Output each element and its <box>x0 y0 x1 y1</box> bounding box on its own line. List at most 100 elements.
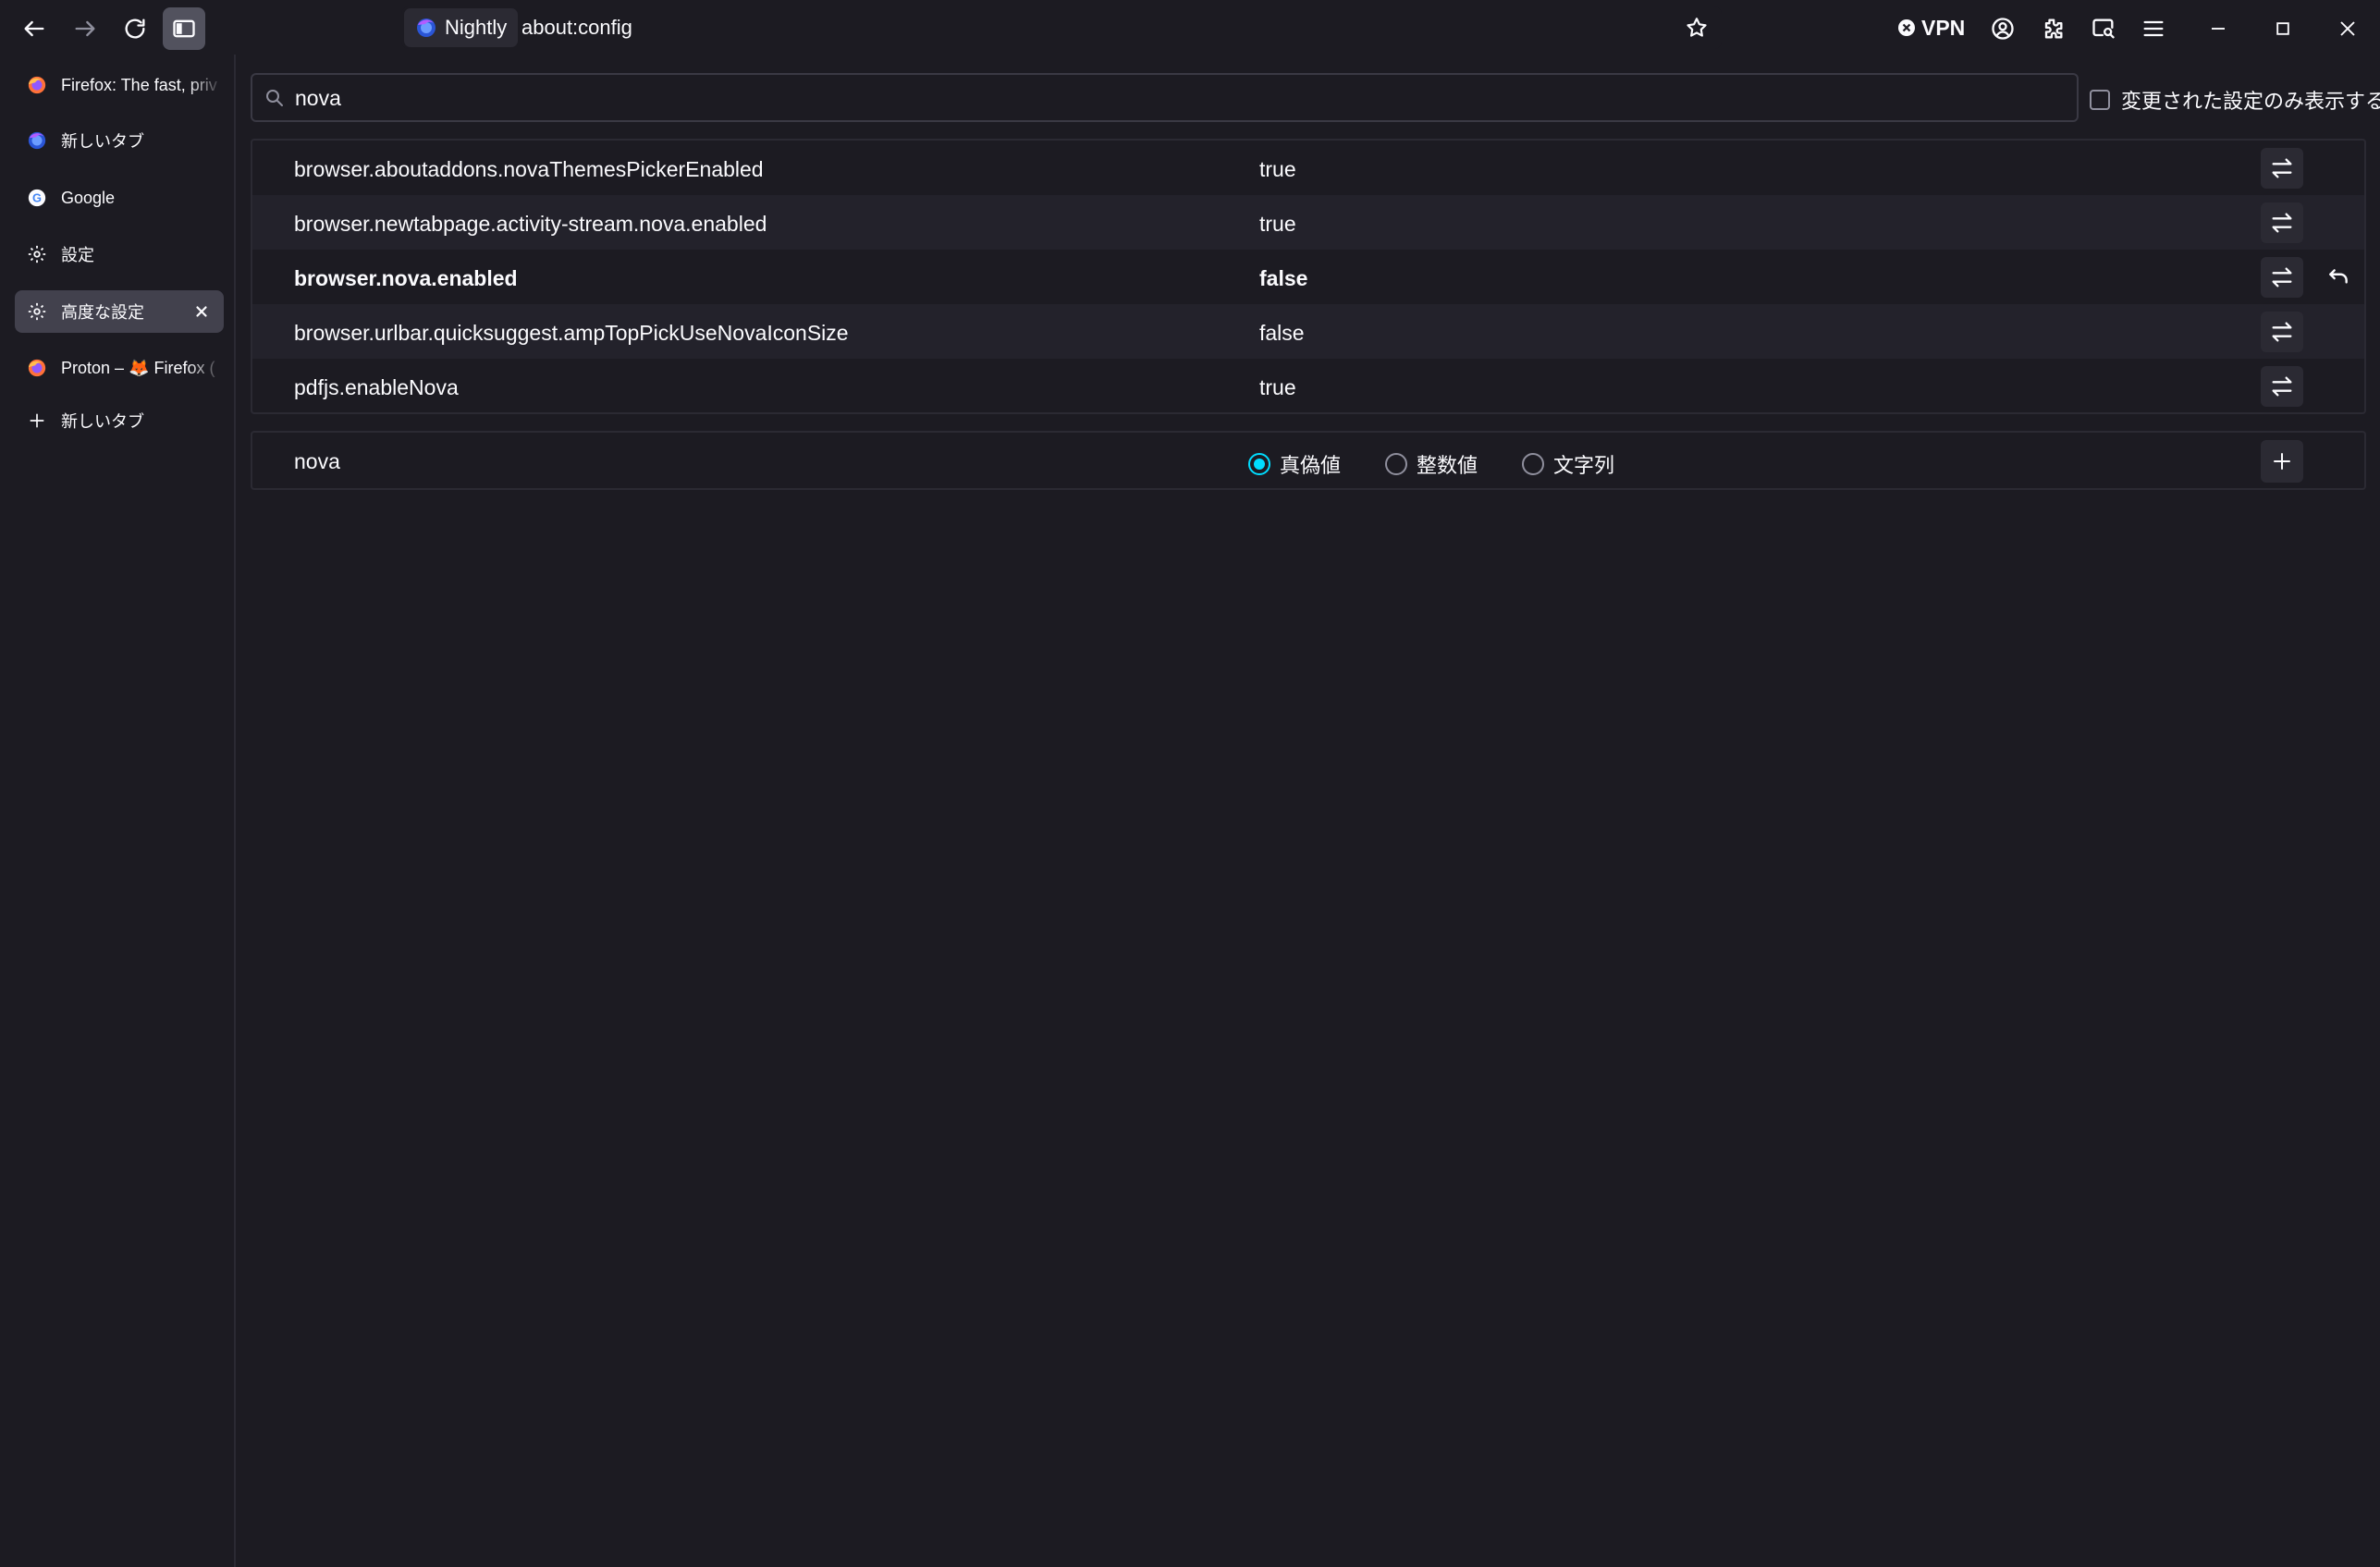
tab-new-tab[interactable]: 新しいタブ <box>15 119 224 162</box>
table-row[interactable]: browser.nova.enabled false <box>252 250 2364 304</box>
tab-advanced-settings[interactable]: 高度な設定 <box>15 290 224 333</box>
navigation-toolbar: Nightly about:config VPN <box>0 0 2380 55</box>
vertical-tabs-sidebar: Firefox: The fast, priv 新しいタブ G Google 設… <box>0 55 236 1567</box>
puzzle-icon <box>2044 18 2063 39</box>
firefox-icon <box>26 74 48 96</box>
plus-icon <box>26 410 48 432</box>
nightly-icon <box>417 18 436 37</box>
vpn-off-icon <box>1898 19 1915 36</box>
tab-settings[interactable]: 設定 <box>15 233 224 275</box>
search-input[interactable] <box>295 80 2052 116</box>
gear-icon <box>26 300 48 323</box>
radio-button-selected[interactable] <box>1248 453 1270 475</box>
minimize-button[interactable] <box>2197 7 2239 50</box>
url-text[interactable]: about:config <box>521 16 632 40</box>
search-icon <box>266 90 283 106</box>
table-row[interactable]: pdfjs.enableNova true <box>252 359 2364 412</box>
tab-firefox[interactable]: Firefox: The fast, priv <box>15 64 224 106</box>
nightly-icon <box>26 129 48 152</box>
tab-label: 新しいタブ <box>61 132 144 151</box>
screenshot-search-button[interactable] <box>2082 7 2125 50</box>
pref-name: browser.nova.enabled <box>294 266 518 290</box>
vpn-label: VPN <box>1921 15 1966 40</box>
arrow-left-icon <box>24 20 44 37</box>
identity-box[interactable]: Nightly <box>404 8 519 47</box>
back-button[interactable] <box>13 7 55 50</box>
pref-name: pdfjs.enableNova <box>294 375 459 399</box>
show-modified-toggle[interactable]: 変更された設定のみ表示する <box>2090 85 2380 115</box>
close-window-button[interactable] <box>2326 7 2369 50</box>
toggle-button[interactable] <box>2261 202 2303 243</box>
bookmark-star-button[interactable] <box>1681 12 1712 43</box>
forward-button[interactable] <box>64 7 106 50</box>
type-string-radio[interactable]: 文字列 <box>1522 449 1614 479</box>
tab-label: 高度な設定 <box>61 303 144 322</box>
reload-icon <box>125 18 145 39</box>
sidebar-icon <box>173 19 195 38</box>
type-label: 真偽値 <box>1280 454 1342 477</box>
toggle-button[interactable] <box>2261 257 2303 298</box>
plus-icon <box>2274 453 2290 470</box>
add-button[interactable] <box>2261 440 2303 483</box>
toggle-icon <box>2272 322 2292 342</box>
maximize-icon <box>2276 22 2289 35</box>
toggle-icon <box>2272 213 2292 233</box>
toggle-icon <box>2272 158 2292 178</box>
show-modified-label: 変更された設定のみ表示する <box>2121 90 2380 113</box>
google-icon: G <box>26 187 48 209</box>
reset-button[interactable] <box>2320 259 2357 296</box>
close-icon <box>2340 21 2355 36</box>
sidebar-toggle-button[interactable] <box>163 7 205 50</box>
maximize-button[interactable] <box>2262 7 2304 50</box>
undo-icon <box>2329 269 2348 284</box>
new-tab-label: 新しいタブ <box>61 412 144 431</box>
pref-value[interactable]: true <box>1259 212 1296 237</box>
new-tab-button[interactable]: 新しいタブ <box>15 399 224 442</box>
table-row[interactable]: browser.urlbar.quicksuggest.ampTopPickUs… <box>252 304 2364 359</box>
svg-text:G: G <box>32 191 42 205</box>
pref-value[interactable]: true <box>1259 375 1296 400</box>
toggle-icon <box>2272 376 2292 397</box>
app-menu-button[interactable] <box>2132 7 2175 50</box>
minimize-icon <box>2212 28 2225 30</box>
pref-name: browser.urlbar.quicksuggest.ampTopPickUs… <box>294 321 849 345</box>
pref-value[interactable]: false <box>1259 266 1307 291</box>
account-icon <box>1992 18 2014 40</box>
reload-button[interactable] <box>114 7 156 50</box>
tab-fade <box>187 64 224 106</box>
toggle-button[interactable] <box>2261 148 2303 189</box>
tab-search-icon <box>2092 18 2115 39</box>
radio-button[interactable] <box>1522 453 1544 475</box>
firefox-icon <box>26 357 48 379</box>
type-number-radio[interactable]: 整数値 <box>1385 449 1478 479</box>
arrow-right-icon <box>75 20 95 37</box>
star-icon <box>1687 18 1707 37</box>
tab-google[interactable]: G Google <box>15 177 224 219</box>
radio-button[interactable] <box>1385 453 1407 475</box>
type-boolean-radio[interactable]: 真偽値 <box>1248 449 1341 479</box>
pref-value[interactable]: true <box>1259 157 1296 182</box>
identity-label: Nightly <box>445 16 508 39</box>
pref-value[interactable]: false <box>1259 321 1305 346</box>
tab-label: 設定 <box>61 246 94 264</box>
pref-name: browser.aboutaddons.novaThemesPickerEnab… <box>294 157 764 181</box>
add-pref-row: nova 真偽値 整数値 文字列 <box>251 431 2366 490</box>
toggle-icon <box>2272 267 2292 288</box>
table-row[interactable]: browser.newtabpage.activity-stream.nova.… <box>252 195 2364 250</box>
tab-fade <box>187 347 224 389</box>
tab-label: Google <box>61 188 116 207</box>
search-box[interactable] <box>251 73 2079 122</box>
pref-name: browser.newtabpage.activity-stream.nova.… <box>294 212 767 236</box>
tab-proton[interactable]: Proton – 🦊 Firefox ( <box>15 347 224 389</box>
vpn-button[interactable]: VPN <box>1897 13 1965 43</box>
account-button[interactable] <box>1981 7 2024 50</box>
table-row[interactable]: browser.aboutaddons.novaThemesPickerEnab… <box>252 141 2364 195</box>
type-label: 整数値 <box>1417 454 1478 477</box>
extensions-button[interactable] <box>2031 7 2074 50</box>
toggle-button[interactable] <box>2261 366 2303 407</box>
close-tab-icon[interactable] <box>190 300 213 323</box>
toggle-button[interactable] <box>2261 312 2303 352</box>
type-label: 文字列 <box>1553 454 1615 477</box>
show-modified-checkbox[interactable] <box>2090 90 2110 110</box>
preferences-table: browser.aboutaddons.novaThemesPickerEnab… <box>251 139 2366 414</box>
